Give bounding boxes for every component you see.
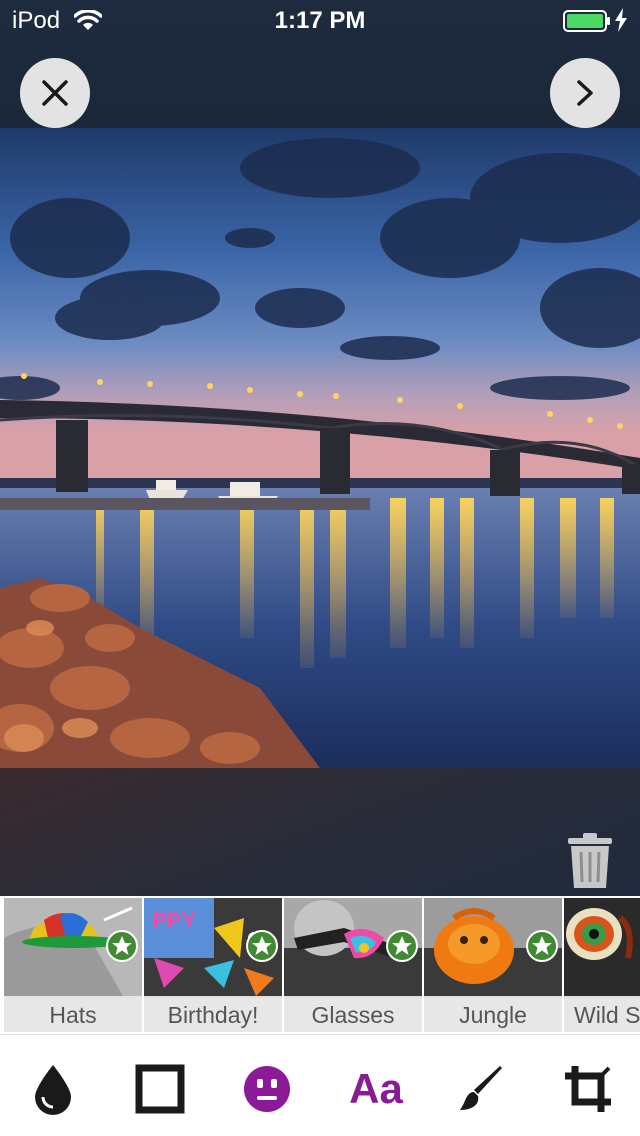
brush-icon — [460, 1066, 502, 1110]
bridge-night-photo — [0, 128, 640, 768]
sticker-face-icon — [244, 1066, 290, 1112]
tool-adjust[interactable] — [23, 1059, 83, 1119]
star-badge-icon — [386, 930, 418, 962]
sticker-pack-strip[interactable]: Hats PPY Birthday! Glasses Jungle Wild S — [0, 896, 640, 1034]
sticker-pack-label: Hats — [4, 996, 142, 1032]
clock: 1:17 PM — [274, 7, 366, 34]
next-button[interactable] — [550, 58, 620, 128]
tool-frame[interactable] — [130, 1059, 190, 1119]
star-badge-icon — [526, 930, 558, 962]
text-tool-label: Aa — [349, 1065, 403, 1112]
sticker-pack-birthday[interactable]: PPY Birthday! — [144, 898, 282, 1032]
sticker-pack-hats[interactable]: Hats — [4, 898, 142, 1032]
star-badge-icon — [106, 930, 138, 962]
star-badge-icon — [246, 930, 278, 962]
photo-canvas[interactable] — [0, 128, 640, 768]
sticker-pack-label: Wild S — [564, 996, 640, 1032]
drop-icon — [35, 1065, 71, 1115]
chevron-right-icon — [577, 80, 593, 106]
crop-icon — [565, 1066, 611, 1112]
svg-text:PPY: PPY — [152, 908, 196, 933]
wild-thumbnail — [564, 898, 640, 998]
tool-text[interactable]: Aa — [344, 1059, 408, 1119]
battery-icon — [563, 10, 610, 32]
trash-icon[interactable] — [566, 832, 614, 890]
sticker-pack-label: Glasses — [284, 996, 422, 1032]
sticker-pack-label: Birthday! — [144, 996, 282, 1032]
sticker-pack-glasses[interactable]: Glasses — [284, 898, 422, 1032]
tool-crop[interactable] — [558, 1059, 618, 1119]
close-button[interactable] — [20, 58, 90, 128]
sticker-pack-wild[interactable]: Wild S — [564, 898, 640, 1032]
sticker-pack-jungle[interactable]: Jungle — [424, 898, 562, 1032]
close-icon — [42, 80, 68, 106]
charging-icon — [615, 8, 627, 32]
tool-draw[interactable] — [451, 1059, 511, 1119]
editor-toolbar: Aa — [0, 1034, 640, 1136]
frame-icon — [135, 1064, 185, 1114]
status-bar: iPod 1:17 PM — [0, 0, 640, 40]
canvas-background — [0, 768, 640, 896]
tool-stickers[interactable] — [237, 1059, 297, 1119]
sticker-pack-label: Jungle — [424, 996, 562, 1032]
top-bar: iPod 1:17 PM — [0, 0, 640, 128]
